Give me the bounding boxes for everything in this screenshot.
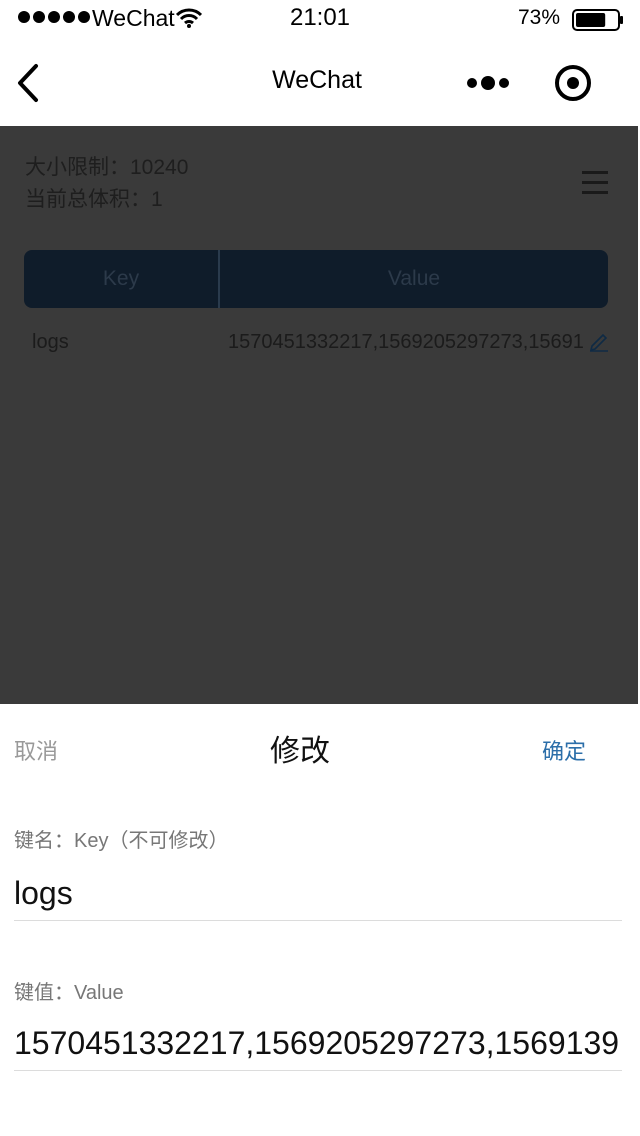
record-icon[interactable] xyxy=(552,62,594,104)
row-key: logs xyxy=(32,331,69,353)
edit-icon[interactable] xyxy=(588,330,610,352)
sheet-title: 修改 xyxy=(270,735,330,768)
edit-sheet: 取消 修改 确定 键名：Key（不可修改） 键值：Value xyxy=(0,704,640,1136)
table-header: Key Value xyxy=(24,250,608,308)
total-size-text: 当前总体积：1 xyxy=(25,188,163,211)
key-field-label: 键名：Key（不可修改） xyxy=(14,830,229,852)
nav-bar: WeChat xyxy=(0,38,640,126)
more-icon[interactable] xyxy=(464,72,512,94)
row-value: 1570451332217,1569205297273,15691 xyxy=(228,331,584,353)
size-limit-text: 大小限制：10240 xyxy=(25,156,189,179)
storage-page: 大小限制：10240 当前总体积：1 Key Value logs 157045… xyxy=(0,126,638,704)
value-field[interactable] xyxy=(14,1016,622,1071)
battery-percent: 73% xyxy=(517,6,560,29)
confirm-button[interactable]: 确定 xyxy=(542,734,586,766)
value-field-label: 键值：Value xyxy=(14,982,124,1004)
key-field[interactable] xyxy=(14,866,622,921)
status-bar: WeChat 21:01 73% xyxy=(0,0,640,38)
menu-icon[interactable] xyxy=(580,169,610,197)
nav-title: WeChat xyxy=(272,66,362,94)
battery-icon xyxy=(572,9,623,31)
column-header-key: Key xyxy=(24,250,220,308)
screen: WeChat 21:01 73% WeChat 大小限制：10240 当前总体积… xyxy=(0,0,640,1136)
column-header-value: Value xyxy=(387,267,441,290)
storage-info: 大小限制：10240 当前总体积：1 xyxy=(25,152,188,216)
